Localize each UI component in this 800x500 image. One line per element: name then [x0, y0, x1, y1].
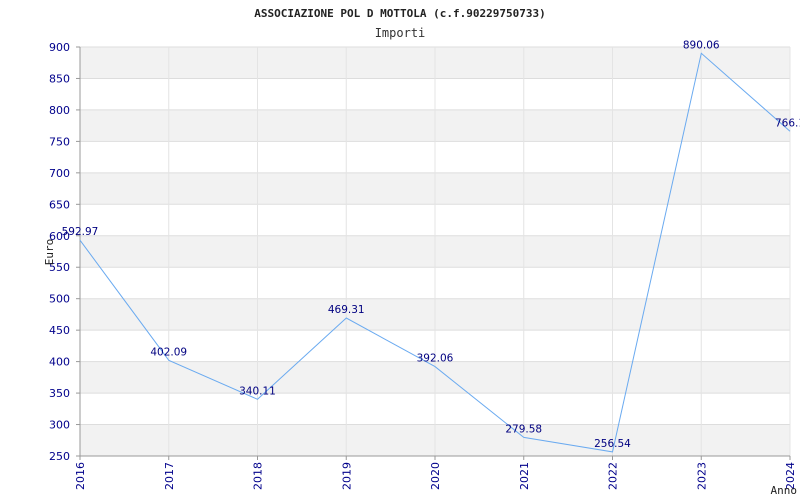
y-axis-title: Euro [43, 239, 56, 266]
chart-title: ASSOCIAZIONE POL D MOTTOLA (c.f.90229750… [254, 7, 545, 20]
y-tick-label: 250 [49, 450, 70, 463]
data-label: 402.09 [150, 346, 187, 358]
data-label: 279.58 [505, 423, 542, 435]
y-tick-label: 450 [49, 324, 70, 337]
data-label: 766.1 [775, 117, 800, 129]
x-tick-label: 2022 [607, 462, 620, 490]
data-label: 392.06 [417, 353, 454, 365]
line-chart: ASSOCIAZIONE POL D MOTTOLA (c.f.90229750… [43, 7, 800, 497]
data-label: 340.11 [239, 385, 276, 397]
x-tick-label: 2020 [429, 462, 442, 490]
data-label: 890.06 [683, 39, 720, 51]
data-label: 256.54 [594, 438, 631, 450]
x-tick-label: 2023 [695, 462, 708, 490]
data-label: 592.97 [62, 226, 99, 238]
y-tick-label: 800 [49, 104, 70, 117]
y-tick-label: 700 [49, 167, 70, 180]
y-tick-label: 500 [49, 293, 70, 306]
y-tick-label: 650 [49, 198, 70, 211]
x-axis-title: Anno [771, 484, 798, 497]
y-tick-label: 850 [49, 72, 70, 85]
x-tick-label: 2016 [74, 462, 87, 490]
x-axis-ticks: 2016 2017 2018 2019 2020 2021 2022 2023 2024 [74, 462, 797, 490]
y-tick-label: 300 [49, 419, 70, 432]
x-tick-label: 2018 [252, 462, 265, 490]
x-tick-label: 2017 [163, 462, 176, 490]
y-tick-label: 750 [49, 135, 70, 148]
x-tick-label: 2021 [518, 462, 531, 490]
y-tick-label: 400 [49, 356, 70, 369]
chart-subtitle: Importi [375, 26, 426, 40]
data-label: 469.31 [328, 304, 365, 316]
x-tick-label: 2019 [340, 462, 353, 490]
y-tick-label: 350 [49, 387, 70, 400]
y-tick-label: 900 [49, 41, 70, 54]
